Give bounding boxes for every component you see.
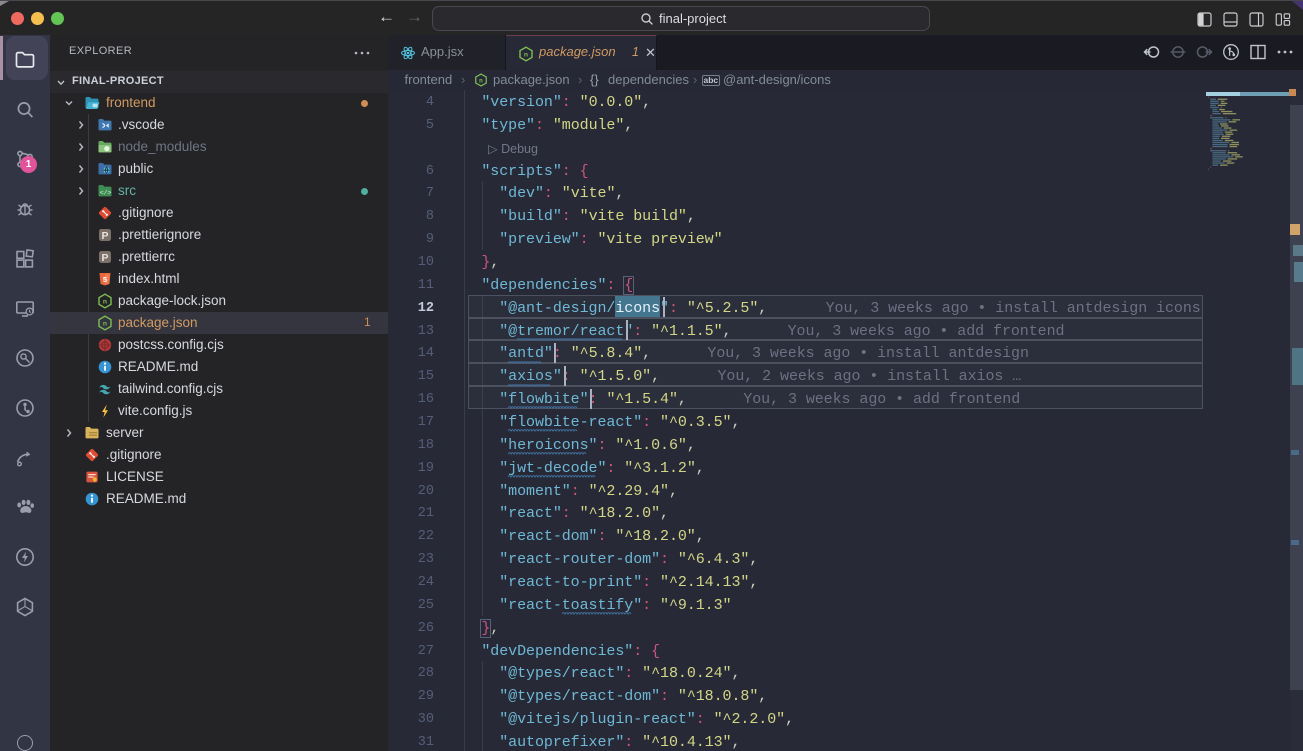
svg-text:</>: </> bbox=[100, 189, 112, 196]
svg-text:n: n bbox=[524, 52, 528, 59]
svg-text:P: P bbox=[101, 252, 108, 264]
svg-text:P: P bbox=[101, 230, 108, 242]
svg-text:n: n bbox=[479, 78, 483, 84]
svg-text:n: n bbox=[103, 321, 107, 328]
svg-text:n: n bbox=[103, 299, 107, 306]
